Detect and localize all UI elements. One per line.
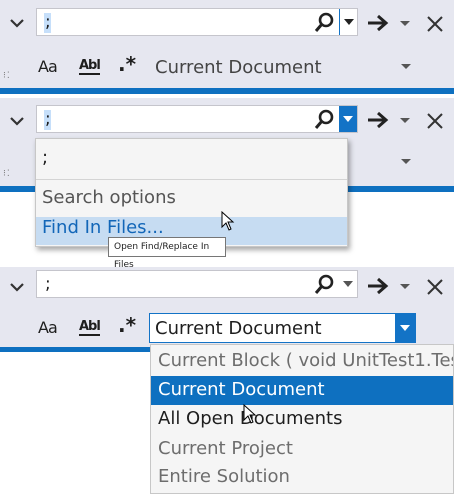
magnifier-icon[interactable] [313,274,335,296]
chevron-down-icon [344,19,354,25]
search-input-value: ; [45,109,51,129]
match-case-icon[interactable]: Aa [38,55,58,77]
match-case-label: Aa [38,318,58,337]
regex-icon[interactable]: .* [118,313,136,337]
arrow-right-icon[interactable] [366,12,390,34]
search-input[interactable]: ; [36,8,358,36]
search-scope-combobox[interactable]: Current Document [149,313,416,343]
search-history-dropdown-button[interactable] [339,271,357,297]
history-item[interactable]: ; [36,147,347,175]
chevron-down-icon [343,281,353,287]
search-scope-value: Current Document [155,318,322,339]
close-icon[interactable] [425,277,445,297]
search-input[interactable]: ; [36,105,358,133]
search-history-dropdown: ; Search options Find In Files... [35,138,348,247]
chevron-down-icon[interactable] [8,278,26,296]
whole-word-label: Abl [79,319,101,334]
search-input[interactable]: ; [36,270,358,298]
chevron-down-icon[interactable] [8,112,26,130]
find-next-options-caret-icon[interactable] [399,282,411,292]
scope-option-current-document[interactable]: Current Document [151,376,453,405]
search-input-value: ; [45,12,51,32]
match-case-icon[interactable]: Aa [38,316,58,338]
search-history-dropdown-button[interactable] [339,106,357,132]
tooltip: Open Find/Replace In Files [108,237,226,270]
scope-option-current-project[interactable]: Current Project [151,435,453,464]
whole-word-icon[interactable]: Abl [79,319,101,336]
search-scope-value[interactable]: Current Document [155,57,322,78]
chevron-down-icon [343,116,353,122]
mouse-cursor-icon [243,404,257,424]
regex-label: .* [118,52,137,76]
close-icon[interactable] [425,111,445,131]
search-input-value: ; [45,274,51,294]
search-history-dropdown-button[interactable] [339,9,357,35]
whole-word-icon[interactable]: Abl [79,58,101,75]
regex-label: .* [118,313,137,337]
match-case-label: Aa [38,57,58,76]
search-options-item[interactable]: Search options [36,187,347,215]
resize-gripper[interactable]: ⁝⁚ [3,72,11,81]
close-icon[interactable] [425,14,445,34]
scope-option-all-open-documents[interactable]: All Open Documents [151,405,453,434]
search-scope-list: Current Block ( void UnitTest1.TestM Cur… [150,344,454,494]
scope-dropdown-caret-icon[interactable] [400,63,412,71]
whole-word-label: Abl [79,58,101,73]
chevron-down-icon[interactable] [8,14,26,32]
scope-option-current-block[interactable]: Current Block ( void UnitTest1.TestM [151,347,453,376]
arrow-right-icon[interactable] [366,109,390,131]
resize-gripper[interactable]: ⁝⁚ [3,170,11,179]
mouse-cursor-icon [221,211,235,231]
arrow-right-icon[interactable] [366,275,390,297]
find-next-options-caret-icon[interactable] [399,19,411,29]
chevron-down-icon [400,325,410,331]
dropdown-divider [36,179,347,180]
regex-icon[interactable]: .* [118,52,136,76]
scope-option-entire-solution[interactable]: Entire Solution [151,463,453,492]
find-next-options-caret-icon[interactable] [399,116,411,126]
scope-dropdown-button[interactable] [395,314,415,342]
scope-dropdown-caret-icon[interactable] [400,158,412,166]
magnifier-icon[interactable] [313,109,335,131]
find-panel-1: ; Aa Abl .* Current Document ⁝⁚ [0,0,454,88]
magnifier-icon[interactable] [313,12,335,34]
